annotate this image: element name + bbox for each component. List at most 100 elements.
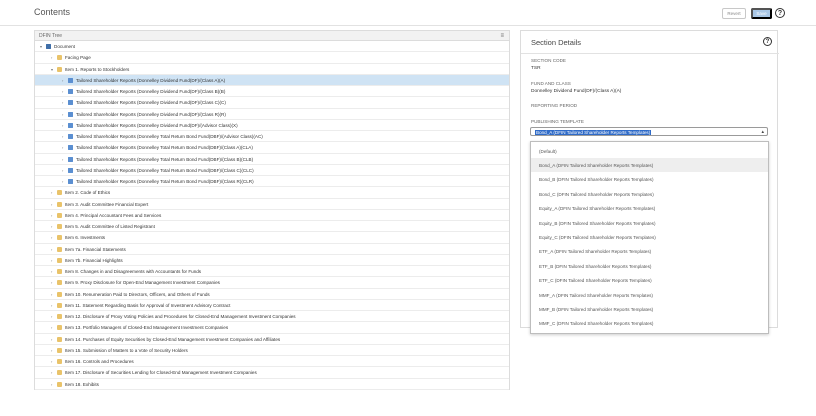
tree-row[interactable]: › Tailored Shareholder Reports (Donnelley… [35, 97, 509, 109]
chevron-right-icon[interactable]: › [62, 157, 63, 162]
folder-icon [57, 325, 62, 331]
section-code-label: SECTION CODE [531, 58, 566, 63]
file-icon [68, 167, 73, 173]
tree-row[interactable]: › Item 7b. Financial Highlights [35, 255, 509, 266]
chevron-right-icon[interactable]: › [62, 78, 63, 83]
tree-row[interactable]: › Item 4. Principal Accountant Fees and S… [35, 210, 509, 221]
tree-row[interactable]: › Item 14. Purchases of Equity Securities… [35, 334, 509, 345]
help-icon[interactable]: ? [775, 8, 785, 18]
tree-row[interactable]: › Tailored Shareholder Reports (Donnelley… [35, 131, 509, 143]
tree-row[interactable]: › Item 7a. Financial Statements [35, 244, 509, 255]
dropdown-option[interactable]: (Default) [531, 144, 768, 158]
tree-row[interactable]: › Tailored Shareholder Reports (Donnelley… [35, 142, 509, 154]
tree-row[interactable]: › Item 18. Exhibits [35, 379, 509, 390]
tree-row[interactable]: › Item 15. Submission of Matters to a Vot… [35, 345, 509, 356]
chevron-right-icon[interactable]: › [51, 359, 52, 364]
dropdown-option[interactable]: Equity_C (DFIN Tailored Shareholder Repo… [531, 230, 768, 244]
chevron-right-icon[interactable]: › [51, 202, 52, 207]
folder-icon [57, 66, 62, 72]
tree-row[interactable]: › Tailored Shareholder Reports (Donnelley… [35, 154, 509, 165]
chevron-right-icon[interactable]: › [51, 190, 52, 195]
chevron-right-icon[interactable]: › [62, 179, 63, 184]
chevron-right-icon[interactable]: › [51, 55, 52, 60]
tree-row[interactable]: › Item 12. Disclosure of Proxy Voting Pol… [35, 311, 509, 323]
tree-row-label: Item 1. Reports to Stockholders [65, 66, 130, 72]
tree-row[interactable]: › Item 13. Portfolio Managers of Closed-E… [35, 322, 509, 334]
folder-icon [57, 224, 62, 229]
chevron-right-icon[interactable]: › [51, 337, 52, 342]
chevron-right-icon[interactable]: › [51, 258, 52, 263]
chevron-right-icon[interactable]: › [51, 224, 52, 229]
chevron-right-icon[interactable]: › [51, 348, 52, 353]
chevron-right-icon[interactable]: › [51, 292, 52, 297]
tree-row-label: Item 16. Controls and Procedures [65, 359, 134, 364]
save-button[interactable]: Save [751, 8, 772, 19]
tree-row[interactable]: › Item 16. Controls and Procedures [35, 356, 509, 368]
fund-class-label: FUND AND CLASS [531, 81, 571, 86]
tree-row[interactable]: › Item 3. Audit Committee Financial Exper… [35, 199, 509, 210]
chevron-right-icon[interactable]: › [62, 100, 63, 105]
folder-icon [57, 359, 62, 364]
folder-icon [57, 291, 62, 297]
dropdown-option[interactable]: MMF_C (DFIN Tailored Shareholder Reports… [531, 317, 768, 331]
dropdown-option[interactable]: Bond_B (DFIN Tailored Shareholder Report… [531, 173, 768, 187]
file-icon [68, 145, 73, 151]
chevron-down-icon[interactable]: ▾ [40, 44, 42, 49]
tree-row[interactable]: › Tailored Shareholder Reports (Donnelley… [35, 120, 509, 131]
dropdown-option[interactable]: MMF_A (DFIN Tailored Shareholder Reports… [531, 288, 768, 302]
chevron-right-icon[interactable]: › [62, 112, 63, 117]
dropdown-option[interactable]: Bond_A (DFIN Tailored Shareholder Report… [531, 158, 768, 173]
chevron-down-icon[interactable]: ▾ [51, 67, 53, 72]
tree-row-label: Item 6. Investments [65, 235, 106, 241]
tree-row[interactable]: › Tailored Shareholder Reports (Donnelley… [35, 109, 509, 120]
dropdown-option[interactable]: Equity_A (DFIN Tailored Shareholder Repo… [531, 202, 768, 216]
tree-row[interactable]: › Tailored Shareholder Reports (Donnelley… [35, 176, 509, 188]
chevron-right-icon[interactable]: › [62, 123, 63, 128]
tree-row-label: Item 7b. Financial Highlights [65, 257, 123, 263]
tree-row[interactable]: › Tailored Shareholder Reports (Donnelley… [35, 165, 509, 176]
chevron-right-icon[interactable]: › [51, 269, 52, 274]
tree-row[interactable]: › Item 5. Audit Committee of Listed Regis… [35, 221, 509, 233]
tree-row-label: Facing Page [65, 55, 91, 61]
tree-row[interactable]: › Item 2. Code of Ethics [35, 187, 509, 199]
dropdown-option[interactable]: MMF_B (DFIN Tailored Shareholder Reports… [531, 302, 768, 316]
tree-header: DFIN Tree ≡ [35, 31, 509, 41]
dropdown-option[interactable]: ETF_C (DFIN Tailored Shareholder Reports… [531, 274, 768, 288]
hamburger-menu-icon[interactable]: ≡ [500, 33, 504, 39]
tree-row[interactable]: ▾ Document [35, 41, 509, 53]
tree-row[interactable]: › Item 11. Statement Regarding Basis for … [35, 300, 509, 311]
chevron-right-icon[interactable]: › [62, 134, 63, 139]
chevron-right-icon[interactable]: › [51, 303, 52, 308]
tree-row-label: Item 12. Disclosure of Proxy Voting Poli… [65, 314, 296, 319]
dropdown-option[interactable]: Bond_C (DFIN Tailored Shareholder Report… [531, 187, 768, 201]
revert-button[interactable]: Revert [722, 8, 746, 19]
dropdown-option[interactable]: ETF_A (DFIN Tailored Shareholder Reports… [531, 245, 768, 259]
chevron-right-icon[interactable]: › [62, 89, 63, 94]
tree-row[interactable]: ▾ Item 1. Reports to Stockholders [35, 64, 509, 75]
chevron-up-icon[interactable]: ▴ [761, 129, 764, 135]
chevron-right-icon[interactable]: › [51, 235, 52, 240]
chevron-right-icon[interactable]: › [51, 370, 52, 375]
dropdown-option[interactable]: Equity_B (DFIN Tailored Shareholder Repo… [531, 216, 768, 230]
tree-row[interactable]: › Item 8. Changes in and Disagreements wi… [35, 266, 509, 278]
tree-row[interactable]: › Facing Page [35, 52, 509, 64]
tree-row[interactable]: › Item 9. Proxy Disclosure for Open-End M… [35, 277, 509, 289]
tree-row-label: Tailored Shareholder Reports (Donnelley … [76, 156, 254, 162]
tree-row[interactable]: › Tailored Shareholder Reports (Donnelley… [35, 86, 509, 98]
chevron-right-icon[interactable]: › [51, 314, 52, 319]
chevron-right-icon[interactable]: › [51, 382, 52, 387]
tree-row-label: Item 9. Proxy Disclosure for Open-End Ma… [65, 280, 220, 286]
chevron-right-icon[interactable]: › [62, 168, 63, 173]
chevron-right-icon[interactable]: › [51, 213, 52, 218]
chevron-right-icon[interactable]: › [51, 247, 52, 252]
tree-row[interactable]: › Item 10. Renumeration Paid to Directors… [35, 289, 509, 300]
dropdown-option[interactable]: ETF_B (DFIN Tailored Shareholder Reports… [531, 259, 768, 273]
tree-row[interactable]: › Item 6. Investments [35, 232, 509, 244]
chevron-right-icon[interactable]: › [62, 145, 63, 150]
details-help-icon[interactable]: ? [763, 37, 772, 46]
tree-row[interactable]: › Tailored Shareholder Reports (Donnelley… [35, 74, 509, 86]
chevron-right-icon[interactable]: › [51, 280, 52, 285]
tree-row[interactable]: › Item 17. Disclosure of Securities Lendi… [35, 367, 509, 379]
chevron-right-icon[interactable]: › [51, 325, 52, 330]
publishing-template-select[interactable]: Bond_A (DFIN Tailored Shareholder Report… [530, 127, 768, 136]
